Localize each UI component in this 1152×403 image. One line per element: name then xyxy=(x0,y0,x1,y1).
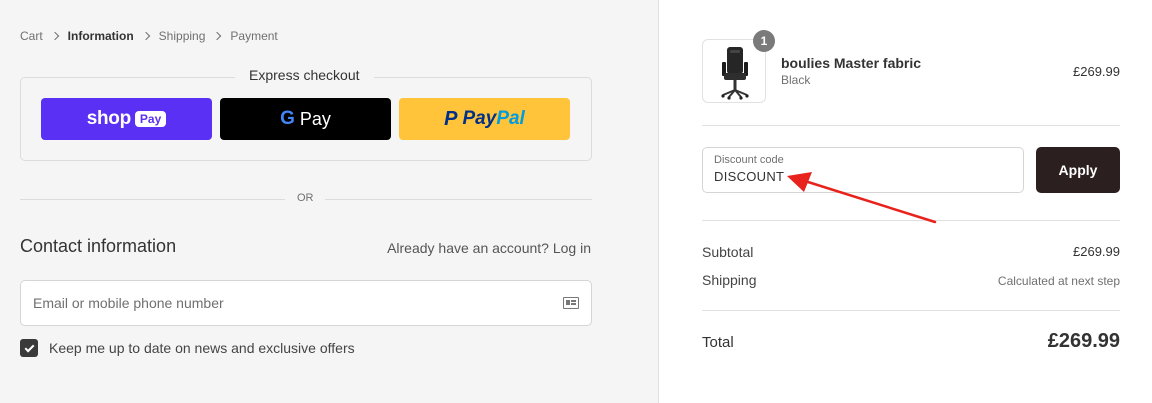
total-label: Total xyxy=(702,334,734,351)
discount-code-field[interactable]: Discount code DISCOUNT xyxy=(702,147,1024,193)
chevron-right-icon xyxy=(141,31,150,40)
newsletter-checkbox[interactable] xyxy=(20,339,38,357)
divider xyxy=(702,125,1120,126)
express-checkout-title: Express checkout xyxy=(235,67,374,83)
subtotal-value: £269.99 xyxy=(1073,244,1120,259)
quantity-badge: 1 xyxy=(753,30,775,52)
breadcrumb-shipping: Shipping xyxy=(158,29,206,43)
shipping-label: Shipping xyxy=(702,272,757,288)
google-pay-label: Pay xyxy=(299,108,331,129)
paypal-icon: P xyxy=(444,107,458,130)
google-pay-button[interactable]: G Pay xyxy=(220,98,391,140)
breadcrumb: Cart Information Shipping Payment xyxy=(20,29,278,43)
paypal-button[interactable]: P Pay Pal xyxy=(399,98,570,140)
account-prompt: Already have an account? Log in xyxy=(387,240,591,256)
discount-code-input[interactable]: DISCOUNT xyxy=(714,169,1012,184)
total-value: £269.99 xyxy=(1047,330,1120,352)
contact-information-heading: Contact information xyxy=(20,236,177,256)
subtotal-label: Subtotal xyxy=(702,244,754,260)
divider-line-left xyxy=(20,199,285,200)
paypal-logo-pal: Pal xyxy=(496,108,525,129)
apply-discount-button[interactable]: Apply xyxy=(1036,147,1120,193)
checkmark-icon xyxy=(24,342,34,352)
product-price: £269.99 xyxy=(1073,64,1120,79)
contact-card-icon xyxy=(563,297,579,309)
breadcrumb-cart[interactable]: Cart xyxy=(20,29,43,43)
shop-pay-button[interactable]: shop Pay xyxy=(41,98,212,140)
shop-pay-pill: Pay xyxy=(134,111,167,127)
or-divider-label: OR xyxy=(297,192,314,204)
divider xyxy=(702,220,1120,221)
google-g-icon: G xyxy=(280,108,295,129)
divider xyxy=(702,310,1120,311)
newsletter-label[interactable]: Keep me up to date on news and exclusive… xyxy=(49,340,355,356)
product-variant: Black xyxy=(781,73,811,87)
email-field[interactable] xyxy=(20,280,592,326)
checkout-form-panel: Cart Information Shipping Payment Expres… xyxy=(0,0,659,403)
email-input[interactable] xyxy=(33,295,563,311)
divider-line-right xyxy=(325,199,592,200)
chevron-right-icon xyxy=(50,31,59,40)
login-link[interactable]: Log in xyxy=(553,240,591,256)
paypal-logo-pay: Pay xyxy=(462,108,497,129)
shop-pay-logo: shop xyxy=(86,108,131,129)
order-summary-panel: 1 boulies Master fabric Black £269.99 Di… xyxy=(659,0,1152,403)
chevron-right-icon xyxy=(213,31,222,40)
breadcrumb-payment: Payment xyxy=(230,29,278,43)
product-name: boulies Master fabric xyxy=(781,55,922,71)
discount-code-label: Discount code xyxy=(714,154,784,166)
shipping-value: Calculated at next step xyxy=(997,274,1120,288)
newsletter-option: Keep me up to date on news and exclusive… xyxy=(20,339,355,357)
breadcrumb-information: Information xyxy=(67,29,134,43)
